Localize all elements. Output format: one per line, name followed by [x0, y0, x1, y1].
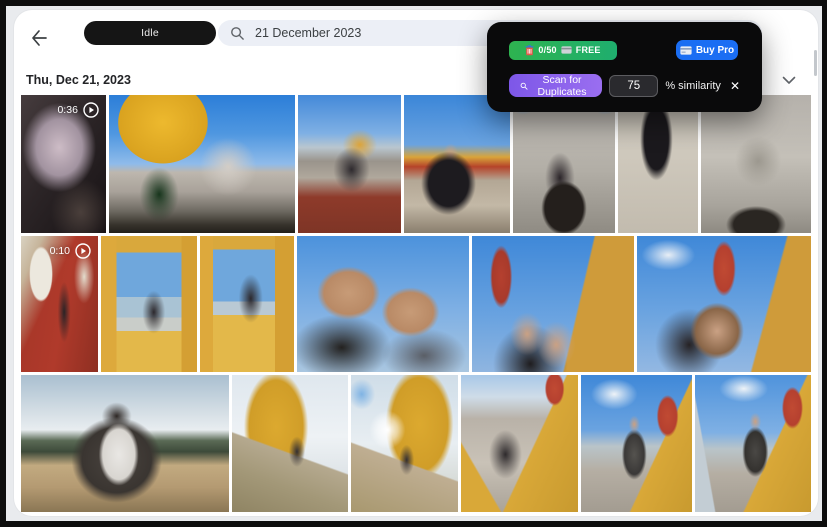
date-header: Thu, Dec 21, 2023: [26, 73, 131, 87]
video-duration-badge: 0:36: [57, 102, 99, 118]
trash-icon: [525, 44, 535, 55]
credit-icon: [561, 46, 572, 54]
close-panel-button[interactable]: ✕: [730, 80, 740, 92]
photo-palace-wide[interactable]: [108, 95, 296, 233]
buy-pro-label: Buy Pro: [695, 44, 735, 56]
photo-row-3: [21, 375, 811, 512]
photo-couple-selfie-towers[interactable]: [472, 236, 635, 372]
free-quota-label: FREE: [575, 45, 601, 55]
back-arrow-icon: [32, 30, 47, 46]
photo-arch-window-2[interactable]: [199, 236, 294, 372]
scrollbar-thumb[interactable]: [814, 50, 817, 76]
similarity-label: % similarity: [665, 79, 721, 92]
back-button[interactable]: [24, 23, 54, 53]
video-duration: 0:10: [49, 245, 70, 257]
play-icon: [75, 243, 91, 259]
photo-arch-window-1[interactable]: [101, 236, 197, 372]
photo-walkway-walk-2[interactable]: [694, 375, 811, 512]
status-pill[interactable]: Idle: [84, 21, 216, 45]
photo-stone-facade[interactable]: [701, 95, 811, 233]
photo-gravel-coat[interactable]: [618, 95, 699, 233]
photo-video-couch[interactable]: 0:36: [21, 95, 106, 233]
card-icon: [680, 45, 692, 55]
photo-low-angle-tower-1[interactable]: [232, 375, 348, 512]
free-quota-button[interactable]: 0/50 FREE: [509, 40, 617, 60]
video-duration-badge: 0:10: [50, 243, 91, 259]
photo-row-2: 0:10: [21, 236, 811, 372]
photo-red-terrace[interactable]: [298, 95, 402, 233]
row-options-button[interactable]: [780, 71, 798, 90]
photo-archway-pose[interactable]: [512, 95, 616, 233]
magnifier-icon: [520, 82, 528, 90]
play-icon: [83, 102, 99, 118]
photo-grid: 0:36 0:10: [21, 95, 811, 516]
photo-couple-kissing[interactable]: [637, 236, 811, 372]
video-duration: 0:36: [57, 104, 78, 116]
free-quota-count: 0/50: [538, 45, 557, 55]
photo-video-red-wall[interactable]: 0:10: [21, 236, 98, 372]
panel-bottom-row: Scan for Duplicates % similarity ✕: [509, 73, 740, 98]
duplicate-scanner-panel: 0/50 FREE Buy Pro Scan for Duplicates 75…: [487, 22, 762, 112]
close-icon: ✕: [729, 78, 740, 93]
scan-duplicates-button[interactable]: Scan for Duplicates: [509, 73, 603, 98]
scan-duplicates-label: Scan for Duplicates: [537, 73, 587, 98]
photo-low-angle-tower-2[interactable]: [350, 375, 458, 512]
buy-pro-button[interactable]: Buy Pro: [676, 40, 738, 60]
photo-row-1: 0:36: [21, 95, 811, 233]
photo-walkway-walk-1[interactable]: [580, 375, 692, 512]
panel-top-row: 0/50 FREE Buy Pro: [509, 40, 740, 60]
photo-walkway-crouch[interactable]: [460, 375, 578, 512]
status-pill-label: Idle: [141, 27, 159, 39]
photo-windblown-terrace[interactable]: [21, 375, 230, 512]
similarity-input[interactable]: [609, 74, 659, 97]
chevron-down-icon: [782, 76, 796, 84]
search-icon: [231, 26, 244, 40]
photo-couple-selfie-close[interactable]: [296, 236, 470, 372]
photo-man-on-wall[interactable]: [404, 95, 510, 233]
